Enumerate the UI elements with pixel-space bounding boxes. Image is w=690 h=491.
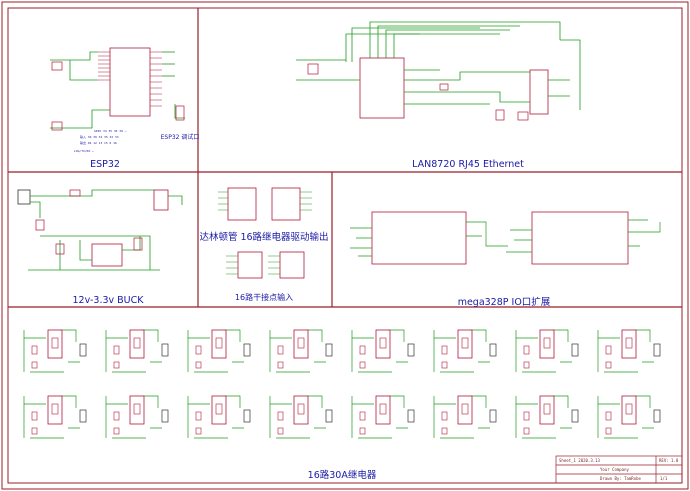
title-sheet: Sheet_1 2020.3.13 — [559, 458, 600, 463]
relay-component — [375, 329, 391, 359]
relay-component — [571, 343, 579, 357]
relay-component — [161, 343, 169, 357]
relay-component — [129, 329, 145, 359]
relay-component — [211, 395, 227, 425]
svg-text:输入 36 39 34 35 32 33: 输入 36 39 34 35 32 33 — [80, 134, 119, 139]
relay-component — [47, 329, 63, 359]
relay-component — [293, 329, 309, 359]
svg-text:LOG/TX/RX …: LOG/TX/RX … — [74, 149, 94, 153]
relay-component — [79, 343, 87, 357]
relay-component — [243, 343, 251, 357]
title-page: 1/1 — [660, 476, 668, 481]
relay-component — [161, 409, 169, 423]
relay-component — [539, 395, 555, 425]
relay-component — [653, 343, 661, 357]
section-label-relays: 16路30A继电器 — [307, 470, 377, 481]
relay-component — [539, 329, 555, 359]
relay-component — [621, 395, 637, 425]
relay-component — [407, 343, 415, 357]
section-label-mega328p: mega328P IO口扩展 — [457, 297, 551, 308]
section-label-esp32: ESP32 — [90, 159, 120, 170]
section-label-relay-driver: 达林顿管 16路继电器驱动输出 — [199, 232, 329, 243]
svg-text:输出 04 12 13 15 0 16: 输出 04 12 13 15 0 16 — [80, 140, 117, 145]
relay-component — [211, 329, 227, 359]
relay-component — [457, 329, 473, 359]
relay-component — [129, 395, 145, 425]
relay-component — [407, 409, 415, 423]
relay-component — [293, 395, 309, 425]
title-company: Your Company — [600, 467, 629, 472]
relay-component — [325, 409, 333, 423]
relay-component — [571, 409, 579, 423]
schematic-sheet: GPIO 34 35 36 39 … 输入 36 39 34 35 32 33 … — [1, 1, 689, 490]
svg-text:GPIO 34 35 36 39 …: GPIO 34 35 36 39 … — [94, 129, 127, 133]
relay-component — [47, 395, 63, 425]
relay-component — [325, 343, 333, 357]
relay-component — [79, 409, 87, 423]
relay-component — [243, 409, 251, 423]
section-label-buck: 12v-3.3v BUCK — [72, 295, 144, 306]
relay-component — [375, 395, 391, 425]
title-drawn: Drawn By: TamRobe — [600, 476, 641, 481]
title-rev: REV: 1.0 — [659, 458, 679, 463]
relay-component — [489, 409, 497, 423]
relay-component — [653, 409, 661, 423]
relay-component — [457, 395, 473, 425]
esp32-debug-port-label: ESP32 调试口 — [160, 134, 200, 141]
section-label-dry-input: 16路干接点输入 — [234, 293, 294, 302]
section-label-lan8720: LAN8720 RJ45 Ethernet — [412, 159, 524, 170]
relay-component — [489, 343, 497, 357]
relay-component — [621, 329, 637, 359]
